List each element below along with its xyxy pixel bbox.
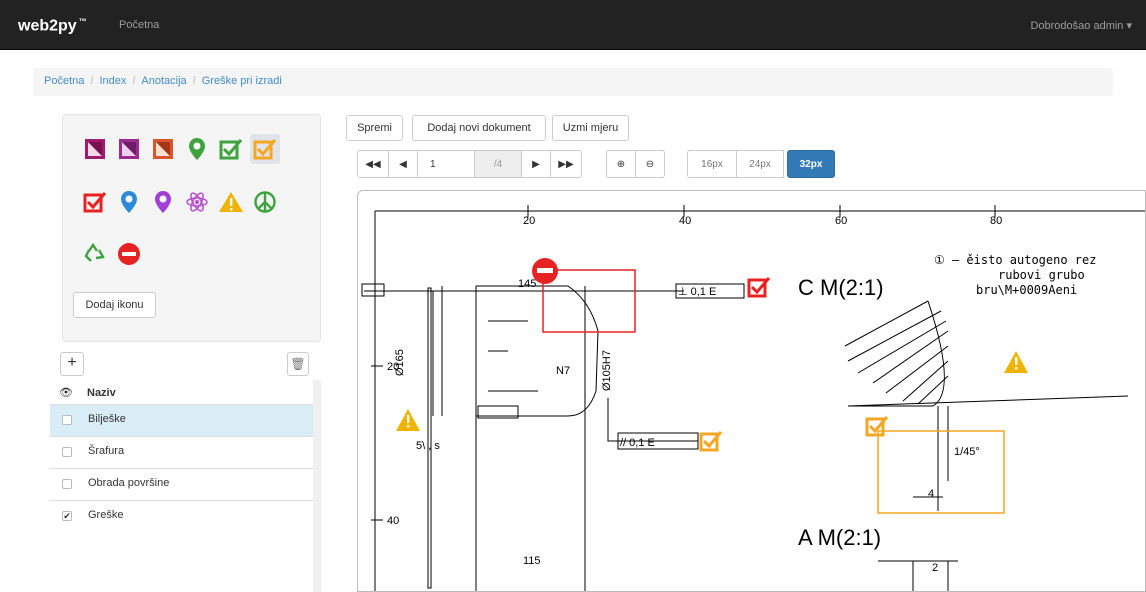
warning-icon[interactable] — [1004, 351, 1028, 373]
dimension-label: 145 — [518, 278, 536, 290]
tolerance-frame-label: // 0,1 E — [620, 437, 655, 449]
ruler-label: 80 — [990, 215, 1002, 227]
user-menu[interactable]: Dobrodošao admin ▾ — [1030, 19, 1132, 32]
view-c-label: C M(2:1) — [798, 275, 884, 300]
size-24-button[interactable]: 24px — [736, 150, 784, 178]
layer-checkbox[interactable] — [62, 479, 72, 489]
layer-label: Greške — [88, 509, 124, 521]
checkbox-orange-icon[interactable] — [699, 431, 723, 452]
save-button[interactable]: Spremi — [346, 115, 403, 141]
warning-icon[interactable] — [396, 409, 420, 431]
zoom-out-icon[interactable]: ⊖ — [635, 150, 665, 178]
map-marker-green-icon[interactable] — [182, 134, 212, 164]
dimension-label: Ø105H7 — [601, 350, 613, 391]
checkbox-orange-icon[interactable] — [865, 416, 889, 437]
drawing-note: rubovi grubo — [998, 268, 1085, 282]
dimension-label: 1/45° — [954, 446, 980, 458]
brand-text: web2py — [18, 17, 77, 35]
map-marker-blue-icon[interactable] — [114, 187, 144, 217]
drawing-note: bru\M+0009Aeni — [976, 283, 1077, 297]
layer-label: Obrada površine — [88, 477, 170, 489]
page-total: /4 — [474, 150, 522, 178]
dimension-label: N7 — [556, 365, 570, 377]
no-entry-icon[interactable] — [114, 239, 144, 269]
warning-icon[interactable] — [216, 187, 246, 217]
drawing-canvas[interactable]: 20 40 60 80 20 40 145 Ø165 Ø105H7 N7 115… — [357, 190, 1146, 592]
layer-row[interactable]: Bilješke — [50, 404, 320, 436]
ruler-label: 20 — [523, 215, 535, 227]
icon-palette: Dodaj ikonu — [62, 114, 321, 342]
ruler-label: 60 — [835, 215, 847, 227]
layer-label: Šrafura — [88, 445, 125, 457]
layer-row[interactable]: ✔ Greške — [50, 500, 320, 532]
breadcrumb-index[interactable]: Index — [99, 75, 126, 87]
checkbox-red-icon[interactable] — [747, 277, 771, 298]
breadcrumb: Početna / Index / Anotacija / Greške pri izrad… — [33, 68, 1113, 96]
error-annotation-box[interactable] — [542, 269, 636, 333]
brand-logo[interactable]: web2py ™ — [18, 17, 87, 35]
layer-label: Bilješke — [88, 413, 126, 425]
layer-checkbox[interactable] — [62, 447, 72, 457]
ruler-label: 40 — [679, 215, 691, 227]
last-page-button[interactable]: ▶▶ — [550, 150, 582, 178]
breadcrumb-current[interactable]: Greške pri izradi — [202, 75, 282, 87]
ruler-label: 40 — [387, 515, 399, 527]
first-page-button[interactable]: ◀◀ — [357, 150, 389, 178]
breadcrumb-annotation[interactable]: Anotacija — [141, 75, 186, 87]
layer-row[interactable]: Šrafura — [50, 436, 320, 468]
layer-list-scrollbar[interactable] — [313, 380, 321, 592]
measure-button[interactable]: Uzmi mjeru — [552, 115, 629, 141]
surface-finish-label: 5\ , s — [416, 440, 440, 452]
layer-checkbox[interactable] — [62, 415, 72, 425]
no-entry-icon[interactable] — [532, 258, 558, 284]
size-16-button[interactable]: 16px — [687, 150, 737, 178]
checkbox-orange-icon[interactable] — [250, 134, 280, 164]
nav-home-link[interactable]: Početna — [119, 19, 159, 31]
recycle-icon[interactable] — [80, 239, 110, 269]
layer-row[interactable]: Obrada površine — [50, 468, 320, 500]
top-navbar: web2py ™ Početna Dobrodošao admin ▾ — [0, 0, 1146, 50]
layer-checkbox[interactable]: ✔ — [62, 511, 72, 521]
warning-annotation-box[interactable] — [877, 430, 1005, 514]
dimension-label: 4 — [928, 488, 934, 500]
checkbox-green-icon[interactable] — [216, 134, 246, 164]
map-marker-purple-icon[interactable] — [148, 187, 178, 217]
zoom-in-icon[interactable]: ⊕ — [606, 150, 636, 178]
layer-list: Bilješke Šrafura Obrada površine ✔ Greške — [50, 346, 321, 592]
tolerance-frame-label: ⊥ 0,1 E — [678, 286, 716, 298]
prev-page-button[interactable]: ◀ — [388, 150, 418, 178]
peace-icon[interactable] — [250, 187, 280, 217]
size-32-button[interactable]: 32px — [787, 150, 835, 178]
technical-drawing: 20 40 60 80 20 40 145 Ø165 Ø105H7 N7 115… — [361, 205, 1145, 591]
breadcrumb-home[interactable]: Početna — [44, 75, 84, 87]
atom-icon[interactable] — [182, 187, 212, 217]
brand-tm: ™ — [78, 17, 87, 26]
dimension-label: 115 — [523, 555, 541, 567]
next-page-button[interactable]: ▶ — [521, 150, 551, 178]
view-a-label: A M(2:1) — [798, 525, 881, 550]
checkbox-red-icon[interactable] — [80, 187, 110, 217]
add-icon-button[interactable]: Dodaj ikonu — [73, 292, 156, 318]
dimension-label: 2 — [932, 562, 938, 574]
drawing-note: ① – ěisto autogeno rez — [934, 253, 1096, 267]
add-document-button[interactable]: Dodaj novi dokument — [412, 115, 546, 141]
image-marker-purple-icon[interactable] — [114, 134, 144, 164]
page-input[interactable]: 1 — [417, 150, 475, 178]
image-marker-orange-icon[interactable] — [148, 134, 178, 164]
image-marker-magenta-icon[interactable] — [80, 134, 110, 164]
dimension-label: Ø165 — [394, 349, 406, 376]
